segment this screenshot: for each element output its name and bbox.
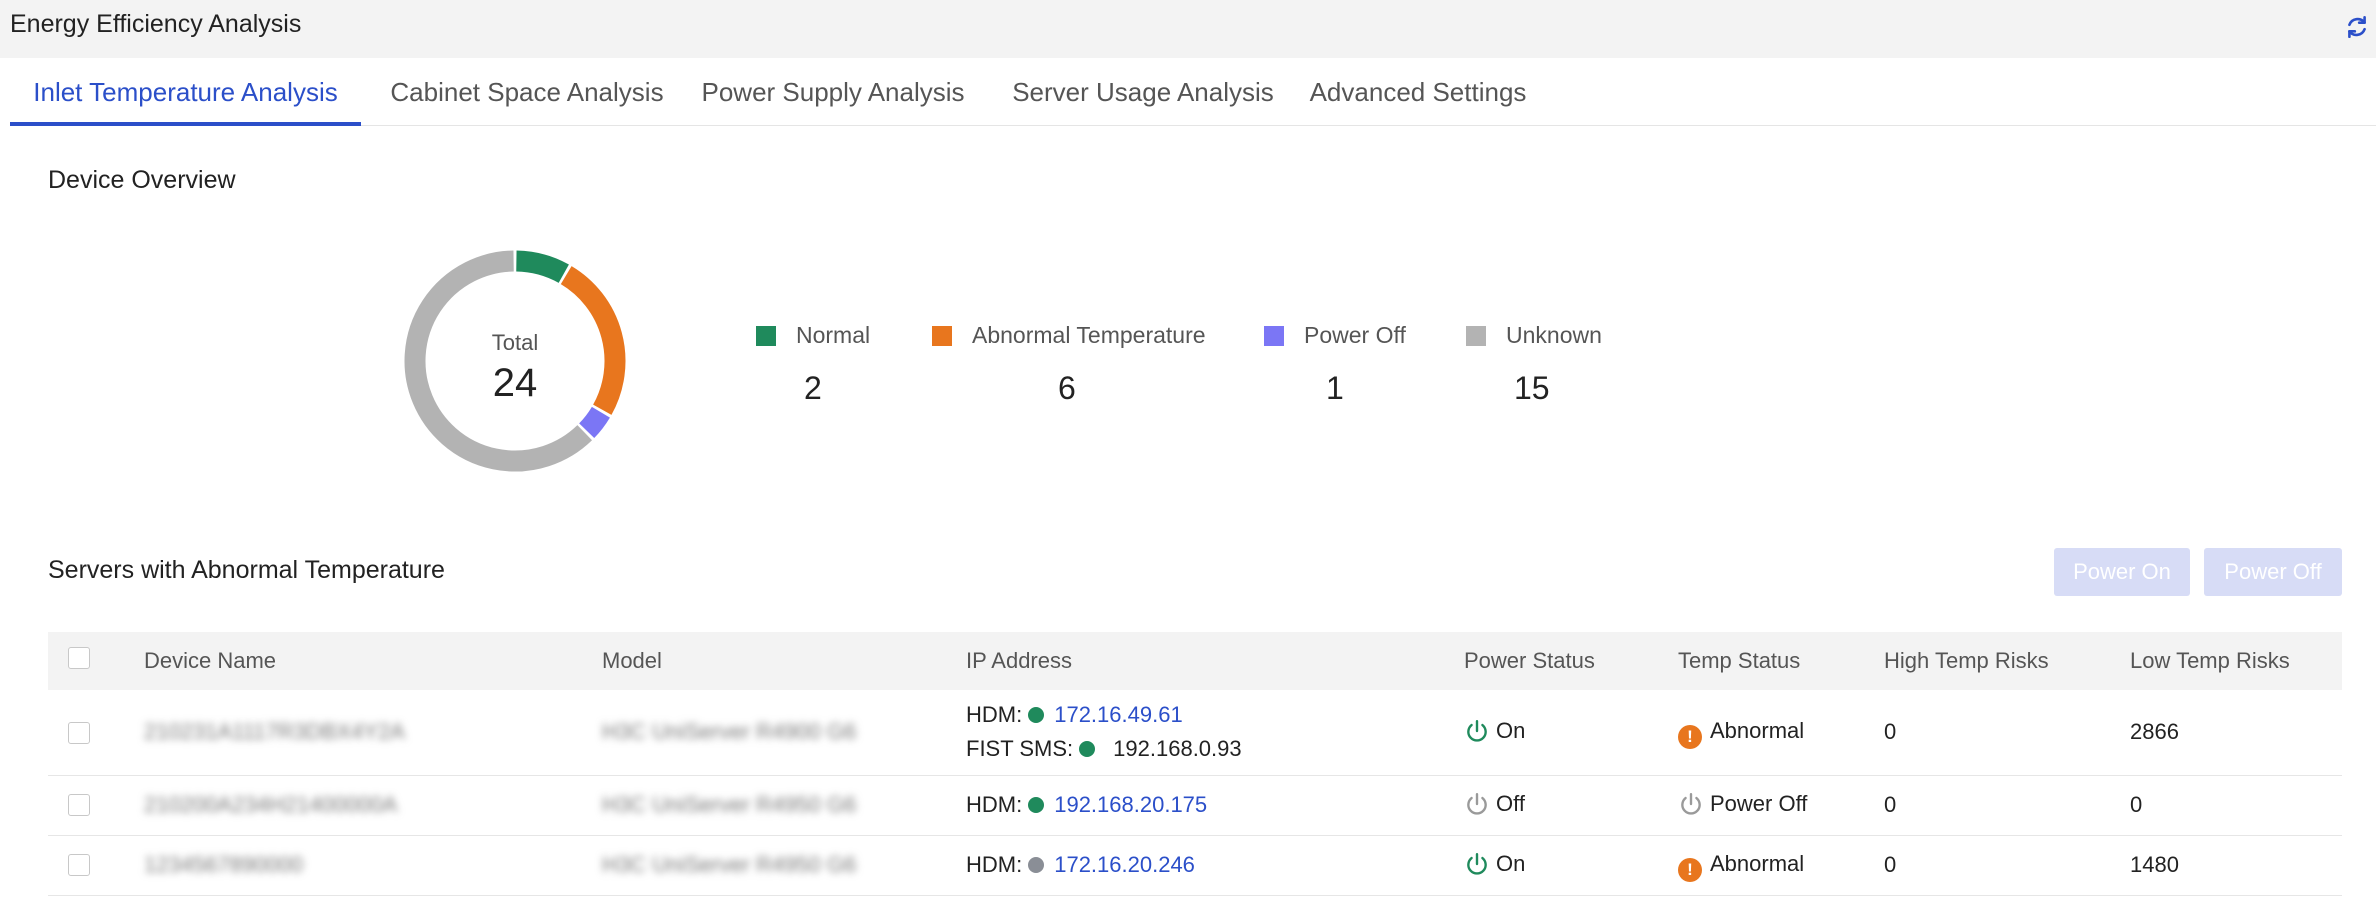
status-dot: [1079, 741, 1096, 757]
status-dot: [1028, 707, 1045, 723]
tab-cabinet-space[interactable]: Cabinet Space Analysis: [374, 58, 680, 126]
device-name[interactable]: 210200A234H21400000A: [144, 792, 397, 818]
legend-value-normal: 2: [804, 370, 822, 406]
ip-label: HDM:: [966, 792, 1023, 817]
temp-status: ! Abnormal: [1678, 851, 1804, 882]
table-row[interactable]: 210200A234H21400000A H3C UniServer R4950…: [48, 776, 2342, 836]
tab-power-supply[interactable]: Power Supply Analysis: [684, 58, 982, 126]
temp-status-text: Abnormal: [1710, 718, 1805, 743]
power-off-button[interactable]: Power Off: [2204, 548, 2342, 596]
table-row[interactable]: 210231A1117R3DBX4Y2A H3C UniServer R4900…: [48, 690, 2342, 776]
column-header-temp-status[interactable]: Temp Status: [1678, 632, 1800, 690]
legend-value-power-off: 1: [1326, 370, 1344, 406]
power-status-text: On: [1496, 851, 1526, 876]
tab-advanced-settings[interactable]: Advanced Settings: [1300, 58, 1536, 126]
device-model: H3C UniServer R4950 G6: [602, 852, 857, 877]
exclamation-icon: !: [1678, 725, 1702, 749]
high-temp-risks: 0: [1884, 792, 1897, 817]
device-name[interactable]: 210231A1117R3DBX4Y2A: [144, 719, 405, 745]
status-dot: [1028, 857, 1045, 873]
tab-server-usage[interactable]: Server Usage Analysis: [994, 58, 1292, 126]
ip-line-hdm: HDM: 172.16.20.246: [966, 852, 1195, 878]
donut-total-label: Total: [492, 330, 538, 355]
column-header-power-status[interactable]: Power Status: [1464, 632, 1595, 690]
top-bar: Energy Efficiency Analysis: [0, 0, 2376, 58]
legend-swatch-normal: [756, 326, 776, 346]
device-overview-donut: Total 24: [404, 250, 626, 472]
power-status: Off: [1464, 791, 1525, 817]
temp-status: ! Abnormal: [1678, 718, 1804, 749]
ip-link[interactable]: 172.16.49.61: [1054, 702, 1182, 727]
exclamation-icon: !: [1678, 858, 1702, 882]
select-all-checkbox[interactable]: [68, 647, 90, 669]
temp-status-text: Abnormal: [1710, 851, 1805, 876]
low-temp-risks: 2866: [2130, 719, 2179, 744]
legend-swatch-power-off: [1264, 326, 1284, 346]
ip-link[interactable]: 172.16.20.246: [1054, 852, 1195, 877]
ip-line-hdm: HDM: 192.168.20.175: [966, 792, 1207, 818]
donut-segment-normal[interactable]: [515, 250, 569, 284]
column-header-model[interactable]: Model: [602, 632, 662, 690]
legend-value-abnormal: 6: [1058, 370, 1076, 406]
ip-value: 192.168.0.93: [1113, 736, 1242, 761]
legend-value-unknown: 15: [1514, 370, 1550, 406]
tab-inlet-temperature[interactable]: Inlet Temperature Analysis: [10, 58, 361, 126]
donut-segment-power-off[interactable]: [578, 406, 610, 439]
temp-status: Power Off: [1678, 791, 1807, 817]
table-header: Device Name Model IP Address Power Statu…: [48, 632, 2342, 690]
high-temp-risks: 0: [1884, 852, 1897, 877]
row-checkbox[interactable]: [68, 722, 90, 744]
ip-link[interactable]: 192.168.20.175: [1054, 792, 1207, 817]
tab-bar: Inlet Temperature Analysis Cabinet Space…: [10, 58, 2376, 126]
low-temp-risks: 1480: [2130, 852, 2179, 877]
active-tab-indicator: [10, 122, 361, 126]
device-name[interactable]: 1234567890000: [144, 852, 303, 878]
table-row[interactable]: 1234567890000 H3C UniServer R4950 G6 HDM…: [48, 836, 2342, 896]
legend-label-normal: Normal: [796, 322, 871, 348]
high-temp-risks: 0: [1884, 719, 1897, 744]
legend-label-unknown: Unknown: [1506, 322, 1602, 348]
ip-label: HDM:: [966, 852, 1023, 877]
device-overview-title: Device Overview: [48, 166, 236, 194]
power-on-icon: [1467, 853, 1487, 875]
temp-status-text: Power Off: [1710, 791, 1808, 816]
row-checkbox[interactable]: [68, 854, 90, 876]
ip-line-hdm: HDM: 172.16.49.61: [966, 702, 1183, 728]
device-model: H3C UniServer R4900 G6: [602, 719, 857, 744]
power-status-text: On: [1496, 718, 1526, 743]
legend-swatch-abnormal: [932, 326, 952, 346]
legend-label-abnormal: Abnormal Temperature: [972, 322, 1206, 348]
status-dot: [1028, 797, 1045, 813]
power-on-icon: [1467, 720, 1487, 742]
abnormal-servers-title: Servers with Abnormal Temperature: [48, 556, 445, 584]
ip-line-fist-sms: FIST SMS: 192.168.0.93: [966, 736, 1242, 762]
power-status-text: Off: [1496, 791, 1525, 816]
donut-segment-abnormal-temperature[interactable]: [560, 266, 626, 415]
column-header-ip-address[interactable]: IP Address: [966, 632, 1072, 690]
power-status: On: [1464, 851, 1525, 877]
low-temp-risks: 0: [2130, 792, 2143, 817]
ip-label: HDM:: [966, 702, 1023, 727]
refresh-icon[interactable]: [2344, 14, 2370, 40]
legend-swatch-unknown: [1466, 326, 1486, 346]
column-header-device-name[interactable]: Device Name: [144, 632, 276, 690]
power-status: On: [1464, 718, 1525, 744]
row-checkbox[interactable]: [68, 794, 90, 816]
column-header-high-temp-risks[interactable]: High Temp Risks: [1884, 632, 2049, 690]
ip-label: FIST SMS:: [966, 736, 1074, 761]
power-off-icon: [1467, 793, 1487, 815]
donut-total-value: 24: [493, 361, 538, 405]
legend-label-power-off: Power Off: [1304, 322, 1406, 348]
device-model: H3C UniServer R4950 G6: [602, 792, 857, 817]
power-on-button[interactable]: Power On: [2054, 548, 2190, 596]
power-off-icon: [1681, 793, 1701, 815]
page-title: Energy Efficiency Analysis: [10, 10, 302, 38]
column-header-low-temp-risks[interactable]: Low Temp Risks: [2130, 632, 2290, 690]
